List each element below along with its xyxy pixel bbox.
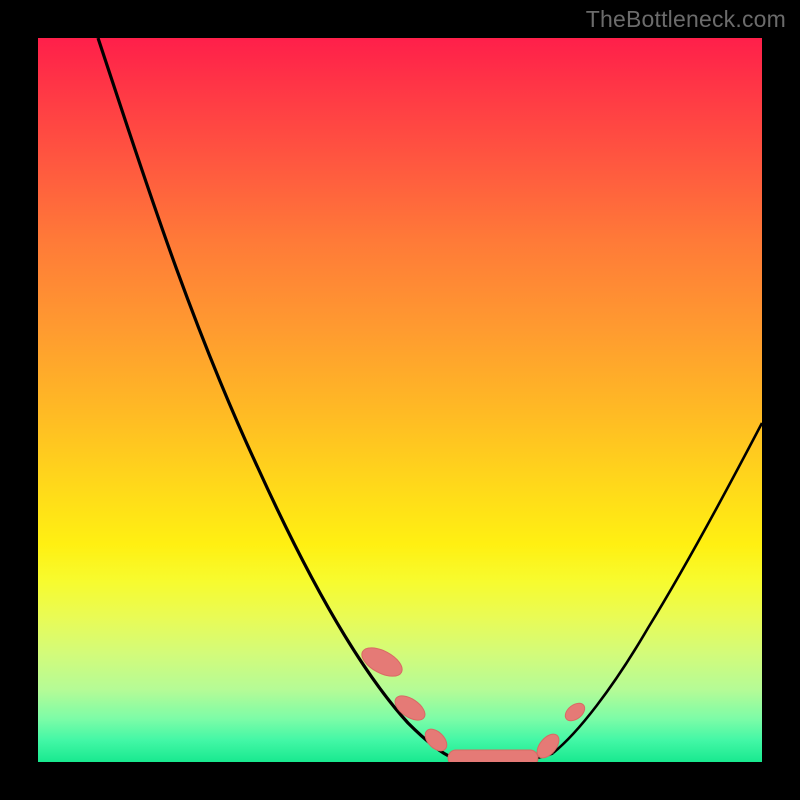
- plot-area: [38, 38, 762, 762]
- left-curve: [98, 38, 453, 758]
- chart-svg: [38, 38, 762, 762]
- outer-frame: TheBottleneck.com: [0, 0, 800, 800]
- marker-4: [448, 750, 538, 762]
- watermark-text: TheBottleneck.com: [586, 6, 786, 33]
- right-curve: [553, 423, 762, 753]
- marker-1: [357, 642, 406, 682]
